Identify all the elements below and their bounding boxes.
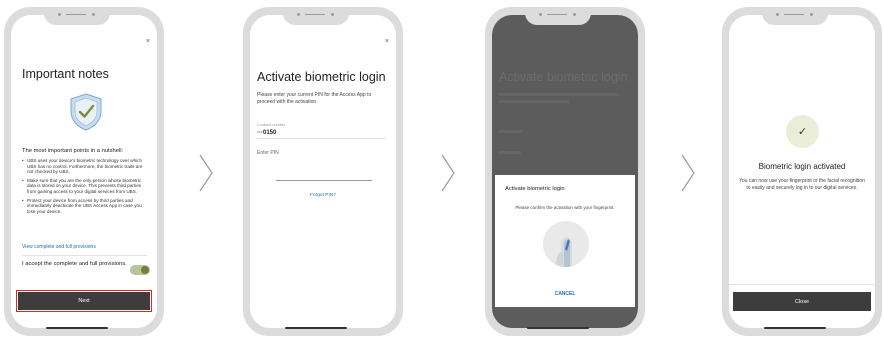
divider [22,255,147,256]
chevron-right-icon [199,154,213,192]
screen-activation-success: ✓ Biometric login activated You can now … [729,15,875,328]
next-button[interactable]: Next [16,290,152,312]
notes-list: UBS uses your device's biometric technol… [22,158,149,217]
page-title: Important notes [22,67,109,81]
fingerprint-dialog: Activate biometric login Please confirm … [495,175,635,307]
phone-frame-pin-entry: × Activate biometric login Please enter … [243,7,403,336]
notch-dot [776,13,779,16]
screen-important-notes: × Important notes The most important poi… [11,15,157,328]
page-title: Activate biometric login [257,70,386,84]
close-icon[interactable]: × [385,38,389,45]
notch-dot [58,13,61,16]
page-description: Please enter your current PIN for the Ac… [257,92,372,105]
pin-input[interactable] [276,180,372,181]
dimmed-page-title: Activate biometric login [499,70,628,84]
phone-notch [44,7,110,25]
home-indicator [285,327,347,329]
divider [257,138,386,139]
dimmed-text-line [499,100,569,103]
notch-speaker [784,14,804,15]
phone-notch [762,7,828,25]
phone-frame-important-notes: × Important notes The most important poi… [4,7,164,336]
forgot-pin-link[interactable]: Forgot PIN? [250,193,396,198]
notch-camera [573,13,576,16]
chevron-right-icon [681,154,695,192]
dimmed-text-line [499,151,521,154]
pin-label: Enter PIN [257,150,279,156]
divider [729,284,875,285]
notch-camera [92,13,95,16]
notch-camera [331,13,334,16]
contract-number-label: Contract number [257,123,286,127]
accept-provisions-toggle[interactable] [130,265,150,275]
page-description: You can now use your fingerprint or the … [739,178,865,191]
dimmed-text-line [499,130,523,133]
cancel-button[interactable]: CANCEL [495,291,635,297]
fingerprint-icon [543,221,589,267]
dimmed-text-line [499,93,619,96]
notch-speaker [305,14,325,15]
notch-camera [810,13,813,16]
screen-fingerprint-dialog: Activate biometric login Activate biomet… [492,15,638,328]
shield-check-icon [70,93,102,131]
chevron-right-icon [441,154,455,192]
check-icon: ✓ [786,115,819,148]
contract-number-field: ···0150 [257,130,277,136]
list-item: Make sure that you are the only person w… [22,178,149,195]
view-provisions-link[interactable]: View complete and full provisions [22,244,96,250]
page-title: Biometric login activated [758,162,846,171]
home-indicator [764,327,826,329]
dialog-title: Activate biometric login [505,186,565,192]
notch-dot [539,13,542,16]
home-indicator [46,327,108,329]
notch-speaker [66,14,86,15]
phone-frame-fingerprint-dialog: Activate biometric login Activate biomet… [485,7,645,336]
phone-frame-activation-success: ✓ Biometric login activated You can now … [722,7,882,336]
phone-notch [525,7,591,25]
toggle-knob [141,266,149,274]
close-button[interactable]: Close [733,292,871,311]
close-icon[interactable]: × [146,38,150,45]
list-item: UBS uses your device's biometric technol… [22,158,149,175]
notes-heading: The most important points in a nutshell: [22,148,124,154]
notch-speaker [547,14,567,15]
notch-dot [297,13,300,16]
list-item: Protect your device from access by third… [22,198,149,215]
screen-pin-entry: × Activate biometric login Please enter … [250,15,396,328]
home-indicator [527,327,589,329]
accept-provisions-label: I accept the complete and full provision… [22,261,127,267]
phone-notch [283,7,349,25]
dialog-description: Please confirm the activation with your … [515,205,615,210]
